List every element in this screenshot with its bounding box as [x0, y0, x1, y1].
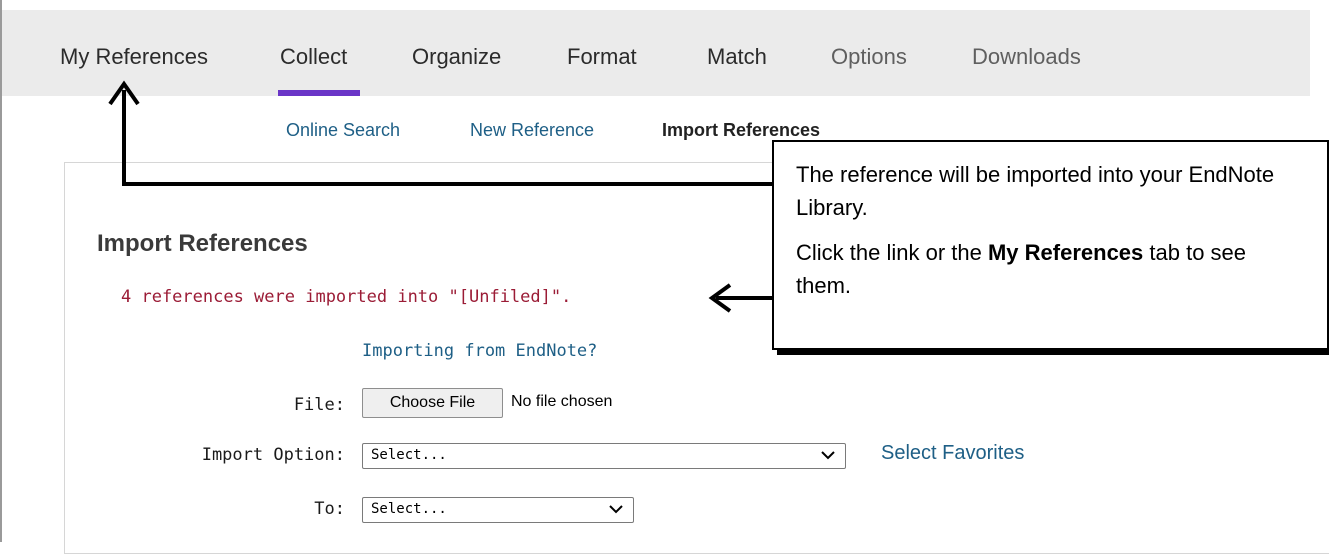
import-option-select[interactable]: Select...: [362, 443, 846, 469]
callout-my-references-emphasis: My References: [987, 240, 1144, 265]
callout-text-2: Click the link or the My References tab …: [796, 236, 1307, 302]
page-title: Import References: [97, 230, 308, 257]
chevron-down-icon: [609, 505, 623, 514]
tab-collect[interactable]: Collect: [280, 44, 347, 70]
to-label: To:: [314, 499, 345, 519]
tab-organize[interactable]: Organize: [412, 44, 501, 70]
import-option-value: Select...: [371, 447, 447, 463]
select-favorites-link[interactable]: Select Favorites: [881, 442, 1024, 465]
import-status-message: 4 references were imported into "[Unfile…: [121, 287, 572, 307]
callout-text-1: The reference will be imported into your…: [796, 162, 1275, 220]
tab-match[interactable]: Match: [707, 44, 767, 70]
tab-my-references[interactable]: My References: [60, 44, 208, 70]
to-value: Select...: [371, 501, 447, 517]
tab-options[interactable]: Options: [831, 44, 907, 70]
callout-annotation: The reference will be imported into your…: [772, 140, 1329, 350]
no-file-chosen-text: No file chosen: [511, 393, 613, 410]
importing-from-endnote-link[interactable]: Importing from EndNote?: [362, 341, 597, 361]
top-navigation: My References Collect Organize Format Ma…: [2, 10, 1310, 96]
tab-format[interactable]: Format: [567, 44, 637, 70]
tab-downloads[interactable]: Downloads: [972, 44, 1081, 70]
file-label: File:: [293, 395, 345, 415]
callout-text-2-prefix: Click the link or the: [796, 240, 988, 265]
subnav-import-references: Import References: [662, 120, 821, 140]
subnav-online-search[interactable]: Online Search: [286, 120, 400, 141]
chevron-down-icon: [821, 451, 835, 460]
choose-file-button[interactable]: Choose File: [362, 388, 503, 418]
subnav-new-reference[interactable]: New Reference: [470, 120, 594, 141]
active-tab-indicator: [278, 90, 360, 96]
to-select[interactable]: Select...: [362, 497, 634, 523]
import-option-label: Import Option:: [201, 445, 345, 465]
